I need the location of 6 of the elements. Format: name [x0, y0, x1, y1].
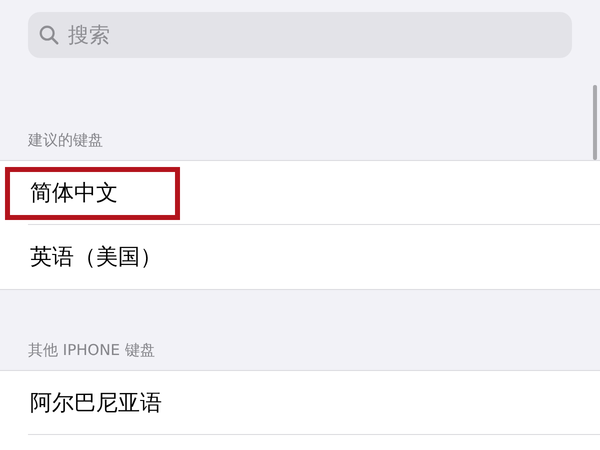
keyboard-item[interactable]: 简体中文 — [30, 178, 118, 208]
section-header: 建议的键盘 — [28, 131, 103, 150]
keyboard-item[interactable]: 英语（美国） — [30, 242, 162, 272]
search-field[interactable]: 搜索 — [28, 12, 572, 58]
section-header: 其他 IPHONE 键盘 — [28, 341, 155, 360]
keyboard-item[interactable]: 阿尔巴尼亚语 — [30, 388, 162, 418]
